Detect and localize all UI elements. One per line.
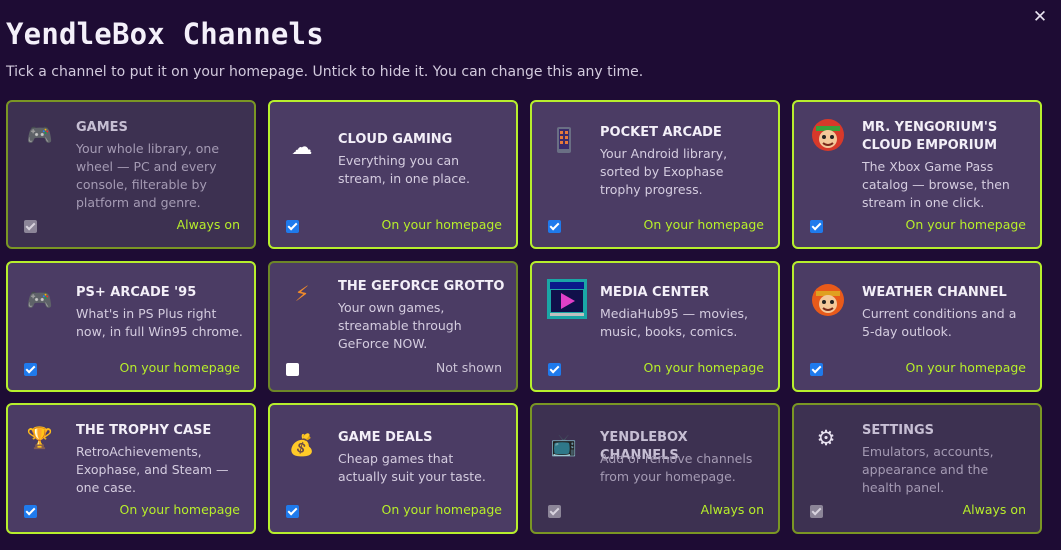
channel-title: WEATHER CHANNEL bbox=[862, 285, 1007, 300]
channel-status: On your homepage bbox=[643, 217, 764, 232]
tv-icon: 📺 bbox=[550, 433, 578, 457]
locked-checkbox bbox=[810, 505, 823, 518]
channel-description: RetroAchievements, Exophase, and Steam —… bbox=[76, 444, 229, 495]
channel-description: Current conditions and a 5-day outlook. bbox=[862, 306, 1017, 339]
channel-description: Cheap games that actually suit your tast… bbox=[338, 451, 486, 484]
channel-card-cloud-emporium[interactable]: MR. YENGORIUM'S CLOUD EMPORIUM The Xbox G… bbox=[792, 100, 1042, 249]
channel-status: On your homepage bbox=[905, 217, 1026, 232]
channel-card-cloud-gaming[interactable]: ☁ CLOUD GAMING Everything you can stream, … bbox=[268, 100, 518, 249]
channel-description: Everything you can stream, in one place. bbox=[338, 153, 470, 186]
channel-card-weather-channel[interactable]: WEATHER CHANNEL Current conditions and a … bbox=[792, 261, 1042, 392]
channel-checkbox[interactable] bbox=[286, 363, 299, 376]
channel-title: THE TROPHY CASE bbox=[76, 423, 212, 438]
channel-status: On your homepage bbox=[119, 502, 240, 517]
gamepad-icon: 🎮 bbox=[26, 123, 54, 147]
channel-checkbox[interactable] bbox=[286, 220, 299, 233]
channel-status: Always on bbox=[700, 502, 764, 517]
channel-status: Always on bbox=[962, 502, 1026, 517]
channel-status: On your homepage bbox=[643, 360, 764, 375]
channel-checkbox[interactable] bbox=[548, 220, 561, 233]
locked-checkbox bbox=[24, 220, 37, 233]
channel-title: PS+ ARCADE '95 bbox=[76, 285, 197, 300]
media-player-icon bbox=[546, 278, 588, 320]
channel-checkbox[interactable] bbox=[286, 505, 299, 518]
gamepad-icon: 🎮 bbox=[26, 288, 54, 312]
channel-title: CLOUD GAMING bbox=[338, 132, 453, 147]
page-subtitle: Tick a channel to put it on your homepag… bbox=[6, 64, 644, 80]
channel-checkbox[interactable] bbox=[548, 363, 561, 376]
channel-description: MediaHub95 — movies, music, books, comic… bbox=[600, 306, 749, 339]
channel-description: Your Android library, sorted by Exophase… bbox=[600, 146, 728, 197]
lightning-icon: ⚡ bbox=[294, 282, 310, 306]
page-title: YendleBox Channels bbox=[6, 17, 324, 51]
channel-checkbox[interactable] bbox=[24, 505, 37, 518]
channel-card-pocket-arcade[interactable]: POCKET ARCADE Your Android library, sorte… bbox=[530, 100, 780, 249]
channel-status: Always on bbox=[176, 217, 240, 232]
channel-checkbox[interactable] bbox=[24, 363, 37, 376]
channel-card-geforce-grotto[interactable]: ⚡ THE GEFORCE GROTTO Your own games, strea… bbox=[268, 261, 518, 392]
channel-card-ps-arcade[interactable]: 🎮 PS+ ARCADE '95 What's in PS Plus right n… bbox=[6, 261, 256, 392]
channel-description: Your whole library, one wheel — PC and e… bbox=[76, 141, 220, 210]
cloud-icon: ☁ bbox=[291, 135, 313, 159]
channel-status: On your homepage bbox=[381, 502, 502, 517]
channel-status: On your homepage bbox=[905, 360, 1026, 375]
channel-title: POCKET ARCADE bbox=[600, 125, 722, 140]
channel-title: GAMES bbox=[76, 120, 128, 135]
trophy-icon: 🏆 bbox=[26, 426, 54, 450]
channel-card-yendlebox-channels[interactable]: 📺 YENDLEBOX CHANNELS Add or remove channel… bbox=[530, 403, 780, 534]
close-icon[interactable]: ✕ bbox=[1029, 6, 1051, 28]
channel-description: The Xbox Game Pass catalog — browse, the… bbox=[862, 159, 1010, 210]
channel-card-settings[interactable]: ⚙ SETTINGS Emulators, accounts, appearance… bbox=[792, 403, 1042, 534]
channel-description: What's in PS Plus right now, in full Win… bbox=[76, 306, 243, 339]
channel-card-media-center[interactable]: MEDIA CENTER MediaHub95 — movies, music, … bbox=[530, 261, 780, 392]
channel-title: THE GEFORCE GROTTO bbox=[338, 279, 505, 294]
channel-card-game-deals[interactable]: 💰 GAME DEALS Cheap games that actually sui… bbox=[268, 403, 518, 534]
channel-title: MEDIA CENTER bbox=[600, 285, 710, 300]
channel-checkbox[interactable] bbox=[810, 363, 823, 376]
channel-title: GAME DEALS bbox=[338, 430, 433, 445]
channel-checkbox[interactable] bbox=[810, 220, 823, 233]
channel-description: Emulators, accounts, appearance and the … bbox=[862, 444, 994, 495]
gear-icon: ⚙ bbox=[816, 426, 836, 450]
weather-character-icon bbox=[810, 282, 846, 318]
channel-status: On your homepage bbox=[119, 360, 240, 375]
channel-description: Add or remove channels from your homepag… bbox=[600, 451, 753, 484]
channel-grid: 🎮 GAMES Your whole library, one wheel — PC… bbox=[6, 100, 1042, 534]
money-bag-icon: 💰 bbox=[288, 433, 316, 457]
channel-status: On your homepage bbox=[381, 217, 502, 232]
handheld-device-icon bbox=[550, 126, 578, 154]
channel-title: SETTINGS bbox=[862, 423, 935, 438]
channel-description: Your own games, streamable through GeFor… bbox=[338, 300, 462, 351]
locked-checkbox bbox=[548, 505, 561, 518]
channel-status: Not shown bbox=[435, 360, 502, 375]
channel-card-trophy-case[interactable]: 🏆 THE TROPHY CASE RetroAchievements, Exoph… bbox=[6, 403, 256, 534]
character-avatar-icon bbox=[810, 117, 846, 153]
channel-title: MR. YENGORIUM'S CLOUD EMPORIUM bbox=[862, 120, 998, 153]
channel-card-games[interactable]: 🎮 GAMES Your whole library, one wheel — PC… bbox=[6, 100, 256, 249]
